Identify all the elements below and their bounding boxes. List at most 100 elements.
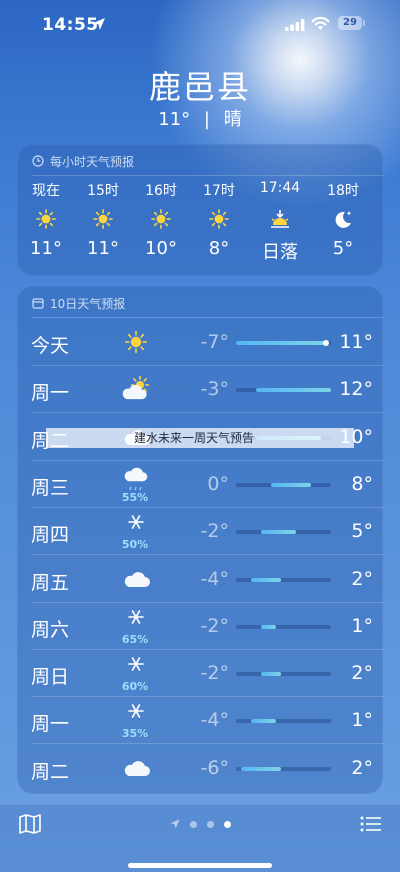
home-indicator bbox=[128, 863, 272, 868]
day-name: 周四 bbox=[31, 524, 70, 547]
high-temp: 5° bbox=[351, 520, 373, 543]
low-temp: -4° bbox=[200, 709, 229, 732]
sun-icon bbox=[92, 208, 114, 230]
temp-range-fill bbox=[271, 482, 311, 487]
calendar-icon bbox=[32, 298, 44, 309]
hourly-item: 17时 8° bbox=[190, 178, 248, 274]
daily-row[interactable]: 周一 35% -4° 1° bbox=[17, 697, 383, 745]
temp-range-fill bbox=[251, 577, 281, 582]
daily-row[interactable]: 今天 -7° 11° bbox=[17, 319, 383, 366]
low-temp: -2° bbox=[200, 520, 229, 543]
hourly-time: 现在 bbox=[32, 183, 60, 199]
low-temp: -3° bbox=[200, 378, 229, 401]
hourly-temp: 8° bbox=[208, 238, 230, 259]
caption-text: 建水未来一周天气预告 bbox=[134, 431, 255, 445]
daily-row[interactable]: 周三 55% 0° 8° bbox=[17, 461, 383, 508]
hourly-temp: 10° bbox=[145, 238, 177, 259]
rain-icon bbox=[121, 467, 151, 493]
status-time: 14:55 bbox=[42, 15, 99, 35]
high-temp: 2° bbox=[351, 662, 373, 685]
high-temp: 2° bbox=[351, 567, 373, 590]
high-temp: 2° bbox=[351, 756, 373, 779]
list-icon[interactable] bbox=[360, 815, 382, 833]
high-temp: 12° bbox=[339, 378, 373, 401]
hourly-temp: 11° bbox=[30, 238, 62, 259]
daily-title: 10日天气预报 bbox=[50, 296, 126, 311]
hourly-time: 15时 bbox=[87, 183, 119, 199]
high-temp: 1° bbox=[351, 614, 373, 637]
day-name: 周六 bbox=[31, 618, 70, 641]
location-arrow-icon bbox=[93, 18, 105, 30]
temp-range-bar bbox=[236, 340, 331, 346]
separator: | bbox=[203, 109, 210, 130]
low-temp: -7° bbox=[200, 331, 229, 353]
day-name: 周三 bbox=[31, 476, 70, 499]
condition-text: 晴 bbox=[223, 109, 242, 130]
precip-chance: 65% bbox=[121, 632, 149, 646]
map-icon[interactable] bbox=[18, 813, 42, 835]
daily-header: 10日天气预报 bbox=[32, 294, 125, 312]
daily-row[interactable]: 周日 60% -2° 2° bbox=[17, 650, 383, 698]
low-temp: -6° bbox=[200, 756, 229, 779]
sun-icon bbox=[35, 208, 57, 230]
hourly-item: 17:44 日落 bbox=[251, 178, 309, 274]
cloud-icon bbox=[121, 566, 151, 592]
daily-row[interactable]: 周二 -6° 2° bbox=[17, 745, 383, 792]
temp-range-fill bbox=[261, 672, 281, 677]
hourly-item: 现在 11° bbox=[17, 178, 75, 274]
sunset-icon bbox=[269, 208, 291, 230]
high-temp: 1° bbox=[351, 709, 373, 732]
temp-range-fill bbox=[261, 624, 276, 629]
day-name: 周二 bbox=[31, 760, 70, 783]
daily-row[interactable]: 周六 65% -2° 1° bbox=[17, 603, 383, 650]
day-name: 今天 bbox=[31, 335, 70, 357]
temp-range-bar bbox=[236, 766, 331, 771]
temp-range-bar bbox=[236, 719, 331, 724]
precip-chance: 55% bbox=[121, 490, 149, 504]
temp-range-fill bbox=[241, 766, 281, 771]
page-dot bbox=[190, 821, 197, 828]
daily-row[interactable]: 周一 -3° 12° bbox=[17, 366, 383, 414]
temp-range-bar bbox=[236, 624, 331, 629]
battery-tip bbox=[363, 20, 365, 26]
high-temp: 11° bbox=[339, 331, 373, 353]
hourly-item: 18时 5° bbox=[314, 178, 372, 274]
current-temp: 11° bbox=[158, 109, 191, 130]
bottom-toolbar bbox=[0, 804, 400, 872]
hourly-temp: 日落 bbox=[262, 242, 298, 263]
sun-icon bbox=[208, 208, 230, 230]
hourly-header: 每小时天气预报 bbox=[32, 152, 134, 170]
moon-stars-icon bbox=[332, 208, 354, 230]
cloud-icon bbox=[121, 755, 151, 781]
hourly-time: 17时 bbox=[203, 183, 235, 199]
page-dot-active bbox=[224, 821, 231, 828]
hourly-item: 16时 10° bbox=[132, 178, 190, 274]
temp-range-bar bbox=[236, 482, 331, 487]
daily-forecast-card[interactable]: 10日天气预报 今天 -7° 11°周一 -3° 12°周二 10°周三 55%… bbox=[17, 286, 383, 794]
precip-chance: 50% bbox=[121, 538, 149, 552]
temp-range-bar bbox=[236, 577, 331, 582]
city-name: 鹿邑县 bbox=[148, 68, 251, 106]
temp-range-bar bbox=[236, 388, 331, 393]
location-arrow-icon bbox=[170, 819, 180, 829]
snowflake-icon bbox=[121, 656, 151, 682]
precip-chance: 60% bbox=[121, 680, 149, 694]
snowflake-icon bbox=[121, 514, 151, 540]
high-temp: 8° bbox=[351, 472, 373, 495]
day-name: 周一 bbox=[31, 713, 70, 736]
cellular-signal-icon bbox=[285, 19, 305, 31]
current-temp-dot bbox=[323, 340, 329, 346]
hourly-time: 18时 bbox=[327, 183, 359, 199]
daily-row[interactable]: 周五 -4° 2° bbox=[17, 556, 383, 603]
hourly-forecast-card[interactable]: 每小时天气预报 现在 11° 15时 11° 16时 10° 17时 8° 17:44 … bbox=[17, 144, 383, 276]
clock-icon bbox=[32, 155, 44, 167]
daily-row[interactable]: 周四 50% -2° 5° bbox=[17, 508, 383, 556]
low-temp: -4° bbox=[200, 567, 229, 590]
page-indicator[interactable] bbox=[170, 818, 234, 830]
hourly-time: 16时 bbox=[145, 183, 177, 199]
current-conditions: 11° | 晴 bbox=[0, 105, 400, 131]
hourly-item: 15时 11° bbox=[74, 178, 132, 274]
temp-range-bar bbox=[236, 530, 331, 535]
hourly-title: 每小时天气预报 bbox=[50, 154, 135, 169]
temp-range-fill bbox=[251, 719, 276, 724]
